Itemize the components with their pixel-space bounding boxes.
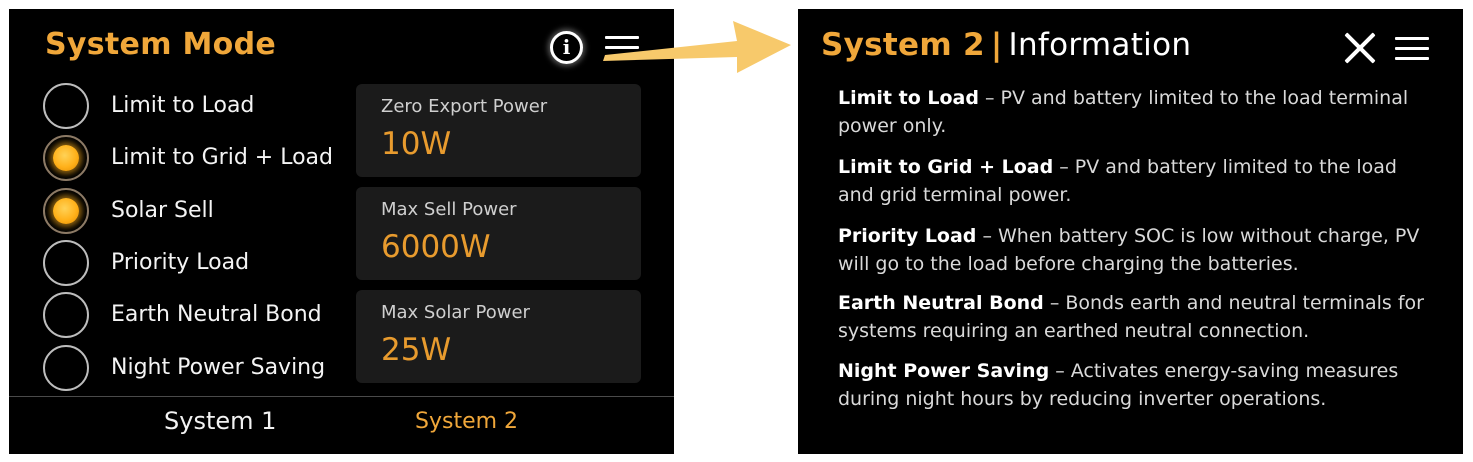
mode-label: Solar Sell — [111, 198, 214, 223]
mode-item-earth-neutral-bond[interactable]: Earth Neutral Bond — [43, 292, 343, 338]
close-icon[interactable] — [1343, 31, 1377, 65]
panel-title: System 2 | Information — [821, 27, 1191, 63]
radio-button[interactable] — [43, 345, 89, 391]
information-panel: System 2 | Information Limit to Load – PV … — [798, 9, 1463, 454]
setting-card-max-sell[interactable]: Max Sell Power 6000W — [356, 187, 641, 280]
setting-card-zero-export[interactable]: Zero Export Power 10W — [356, 84, 641, 177]
mode-item-limit-to-grid-load[interactable]: Limit to Grid + Load — [43, 135, 343, 181]
info-entry: Night Power Saving – Activates energy-sa… — [838, 357, 1438, 413]
mode-item-priority-load[interactable]: Priority Load — [43, 240, 343, 286]
info-term: Earth Neutral Bond — [838, 292, 1044, 314]
card-value: 25W — [381, 332, 452, 368]
system-tab-bar: System 1 System 2 — [9, 396, 674, 455]
title-information: Information — [1008, 27, 1192, 63]
info-term: Priority Load — [838, 225, 977, 247]
card-label: Max Sell Power — [381, 199, 517, 220]
title-system: System 2 — [821, 27, 985, 63]
info-entry: Limit to Grid + Load – PV and battery li… — [838, 153, 1438, 209]
mode-item-solar-sell[interactable]: Solar Sell — [43, 188, 343, 234]
card-label: Max Solar Power — [381, 302, 530, 323]
card-value: 10W — [381, 126, 452, 162]
setting-card-max-solar[interactable]: Max Solar Power 25W — [356, 290, 641, 383]
mode-label: Limit to Grid + Load — [111, 145, 333, 170]
mode-label: Earth Neutral Bond — [111, 302, 322, 327]
arrow-icon — [603, 21, 791, 73]
mode-label: Priority Load — [111, 250, 250, 275]
arrow-shape — [603, 21, 791, 73]
title-separator: | — [990, 27, 1003, 63]
radio-button[interactable] — [43, 83, 89, 129]
info-entry: Priority Load – When battery SOC is low … — [838, 222, 1438, 278]
card-value: 6000W — [381, 229, 491, 265]
radio-button[interactable] — [43, 135, 89, 181]
info-term: Night Power Saving — [838, 360, 1050, 382]
radio-button[interactable] — [43, 292, 89, 338]
info-entry: Limit to Load – PV and battery limited t… — [838, 84, 1438, 140]
mode-label: Limit to Load — [111, 93, 255, 118]
mode-item-limit-to-load[interactable]: Limit to Load — [43, 83, 343, 129]
card-label: Zero Export Power — [381, 96, 548, 117]
info-term: Limit to Load — [838, 87, 979, 109]
info-entry: Earth Neutral Bond – Bonds earth and neu… — [838, 289, 1438, 345]
info-icon[interactable]: i — [550, 31, 583, 64]
menu-icon[interactable] — [1395, 37, 1429, 61]
mode-label: Night Power Saving — [111, 355, 326, 380]
panel-title: System Mode — [45, 27, 276, 62]
radio-button[interactable] — [43, 188, 89, 234]
mode-item-night-power-saving[interactable]: Night Power Saving — [43, 345, 343, 391]
tab-system-2[interactable]: System 2 — [415, 409, 518, 434]
tab-system-1[interactable]: System 1 — [164, 407, 276, 435]
radio-button[interactable] — [43, 240, 89, 286]
system-mode-panel: System Mode i Limit to Load Limit to Gri… — [9, 9, 674, 454]
info-term: Limit to Grid + Load — [838, 156, 1054, 178]
